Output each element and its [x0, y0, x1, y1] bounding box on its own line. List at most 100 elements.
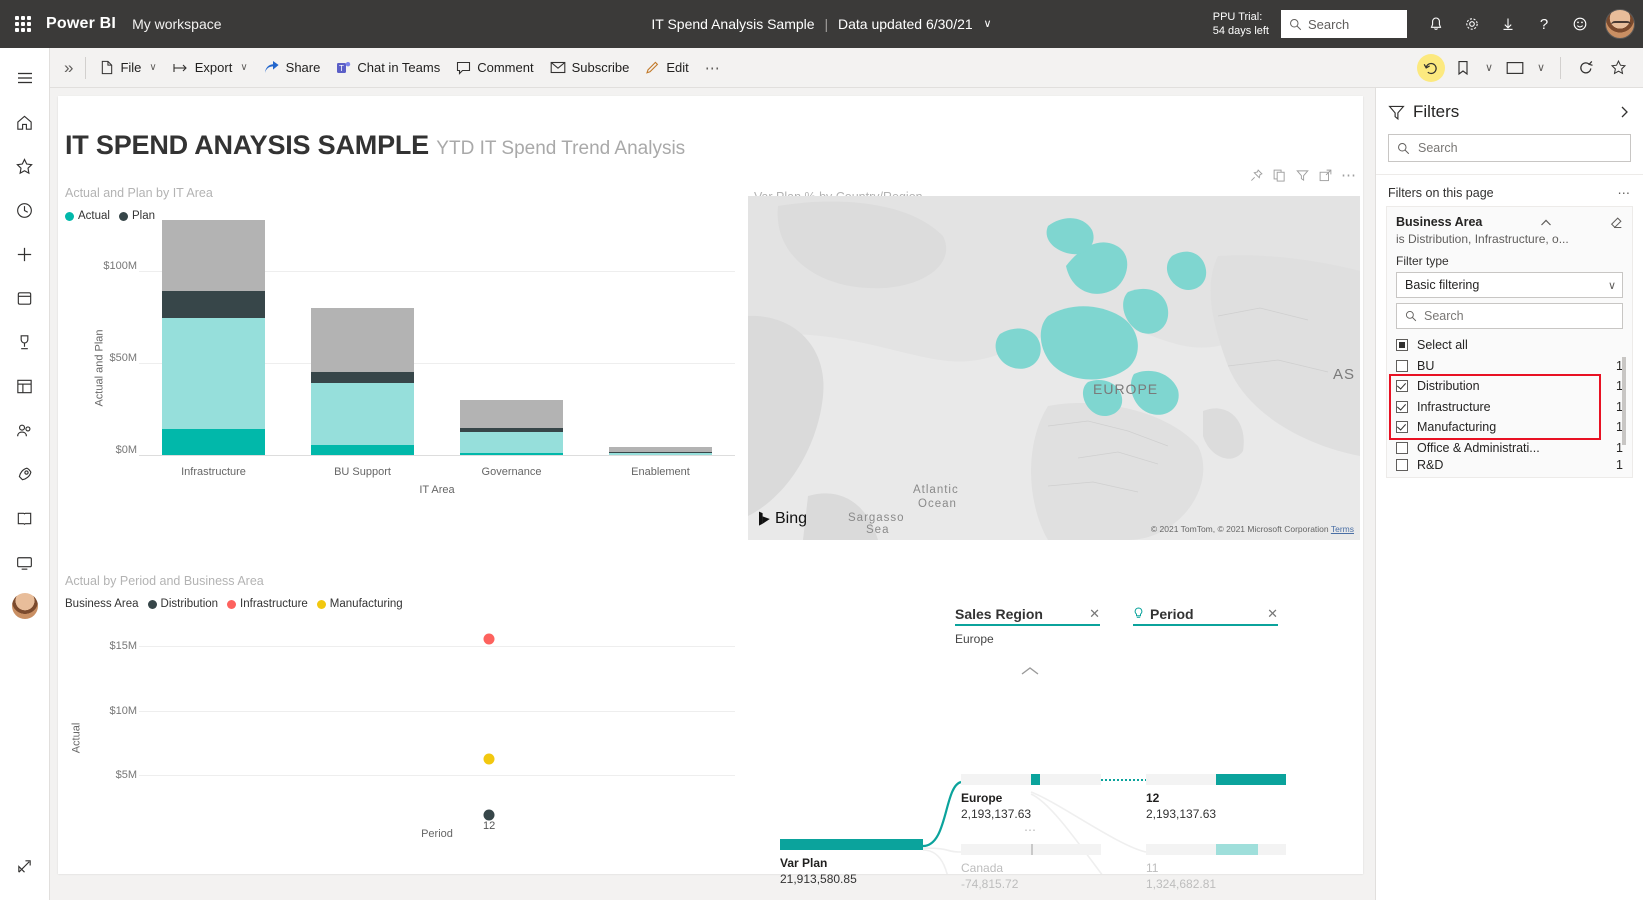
bookmarks-button[interactable] [1448, 53, 1478, 83]
decomp-node-period-12[interactable]: 12 2,193,137.63 [1146, 774, 1286, 821]
app-launcher-icon[interactable] [0, 16, 46, 32]
decomp-node-baseline [1031, 844, 1033, 855]
view-caret[interactable]: ∨ [1532, 53, 1550, 83]
sidebar-item-shared[interactable] [5, 410, 45, 450]
help-icon[interactable]: ? [1527, 7, 1561, 41]
edit-button[interactable]: Edit [637, 55, 696, 80]
filter-icon[interactable] [1293, 166, 1312, 185]
scatter-point-manufacturing[interactable] [484, 754, 495, 765]
filter-option-manufacturing[interactable]: Manufacturing 1 [1396, 417, 1623, 438]
breadcrumb-workspace[interactable]: My workspace [132, 16, 221, 32]
refresh-button[interactable] [1571, 53, 1601, 83]
user-avatar[interactable] [1605, 9, 1635, 39]
checkbox[interactable] [1396, 360, 1408, 372]
sidebar-item-create[interactable] [5, 234, 45, 274]
decomp-node-europe[interactable]: Europe 2,193,137.63 ⋯ [961, 774, 1101, 837]
data-updated-label[interactable]: Data updated 6/30/21 [838, 16, 973, 32]
decomp-node-canada[interactable]: Canada -74,815.72 [961, 844, 1101, 891]
more-options-icon[interactable]: ⋯ [1339, 166, 1358, 185]
eraser-icon[interactable] [1602, 216, 1623, 229]
scatter-point-infrastructure[interactable] [484, 634, 495, 645]
sidebar-item-datahub[interactable] [5, 278, 45, 318]
sidebar-item-deployment[interactable] [5, 454, 45, 494]
filter-list-scrollbar[interactable] [1622, 357, 1626, 445]
sidebar-item-my-workspace[interactable] [5, 586, 45, 626]
notifications-icon[interactable] [1419, 7, 1453, 41]
visual-actual-and-plan-by-it-area[interactable]: Actual and Plan by IT Area Actual Plan A… [65, 186, 745, 541]
pin-icon[interactable] [1247, 166, 1266, 185]
filter-option-bu[interactable]: BU 1 [1396, 356, 1623, 377]
feedback-icon[interactable] [1563, 7, 1597, 41]
more-commands-button[interactable]: ⋯ [697, 54, 728, 82]
file-menu-button[interactable]: File ∨ [92, 55, 164, 80]
favorite-button[interactable] [1603, 53, 1633, 83]
filters-search-input[interactable]: Search [1388, 134, 1631, 162]
copy-icon[interactable] [1270, 166, 1289, 185]
gridline-5m [139, 775, 735, 776]
filter-option-infrastructure[interactable]: Infrastructure 1 [1396, 397, 1623, 418]
sidebar-item-favorites[interactable] [5, 146, 45, 186]
checkbox[interactable] [1396, 459, 1408, 471]
export-menu-button[interactable]: Export ∨ [165, 55, 256, 80]
settings-icon[interactable] [1455, 7, 1489, 41]
bar-group-enablement[interactable]: Enablement [586, 236, 735, 456]
visual-decomposition-tree[interactable]: Sales Region ✕ Europe Period ✕ [748, 596, 1360, 874]
chevron-up-icon[interactable] [1532, 218, 1552, 227]
visual-actual-by-period-and-business-area[interactable]: Actual by Period and Business Area Busin… [65, 574, 745, 869]
legend-item-manufacturing[interactable]: Manufacturing [317, 598, 403, 610]
sidebar-item-workspaces[interactable] [5, 542, 45, 582]
visual-var-plan-by-country-region[interactable]: Var Plan % by Country/Region ⋯ [748, 168, 1360, 540]
decomp-node-period-11[interactable]: 11 1,324,682.81 [1146, 844, 1286, 891]
share-button[interactable]: Share [256, 55, 329, 80]
search-input[interactable]: Search [1281, 10, 1407, 38]
filter-option-select-all[interactable]: Select all [1396, 335, 1623, 356]
reset-button[interactable] [1416, 53, 1446, 83]
report-name[interactable]: IT Spend Analysis Sample [651, 16, 814, 32]
checkbox[interactable] [1396, 442, 1408, 454]
filter-option-rd[interactable]: R&D 1 [1396, 458, 1623, 471]
sidebar-item-apps[interactable] [5, 366, 45, 406]
chevron-down-icon[interactable]: ∨ [984, 17, 992, 30]
filter-option-distribution[interactable]: Distribution 1 [1396, 376, 1623, 397]
map-terms-link[interactable]: Terms [1331, 524, 1354, 534]
bing-logo[interactable]: Bing [758, 510, 807, 528]
sidebar-item-goals[interactable] [5, 322, 45, 362]
legend-item-plan[interactable]: Plan [119, 210, 155, 222]
bar-group-bu-support[interactable]: BU Support [288, 236, 437, 456]
bar-group-infrastructure[interactable]: Infrastructure [139, 236, 288, 456]
sidebar-item-learn[interactable] [5, 498, 45, 538]
decomp-node-fill [1216, 844, 1258, 855]
checkbox[interactable] [1396, 421, 1408, 433]
map-canvas[interactable]: EUROPE AS Atlantic Ocean Sargasso Sea Bi… [748, 196, 1360, 540]
sidebar-item-recent[interactable] [5, 190, 45, 230]
checkbox[interactable] [1396, 380, 1408, 392]
scatter-point-distribution[interactable] [484, 810, 495, 821]
collapse-filters-pane-button[interactable] [1617, 105, 1631, 119]
filters-section-more-icon[interactable]: ⋯ [1618, 185, 1632, 200]
chat-in-teams-button[interactable]: T Chat in Teams [328, 55, 448, 80]
hamburger-menu-icon[interactable] [5, 58, 45, 98]
legend-item-distribution[interactable]: Distribution [148, 598, 219, 610]
filter-card-business-area[interactable]: Business Area is Distribution, Infrastru… [1386, 206, 1633, 478]
subscribe-button[interactable]: Subscribe [542, 55, 638, 80]
download-icon[interactable] [1491, 7, 1525, 41]
legend-item-infrastructure[interactable]: Infrastructure [227, 598, 308, 610]
bookmarks-caret[interactable]: ∨ [1480, 53, 1498, 83]
comment-button[interactable]: Comment [448, 55, 541, 80]
filter-values-search-input[interactable]: Search [1396, 303, 1623, 329]
legend-item-actual[interactable]: Actual [65, 210, 110, 222]
bar-group-governance[interactable]: Governance [437, 236, 586, 456]
decomp-node-more[interactable]: ⋯ [961, 823, 1101, 837]
filter-type-dropdown[interactable]: Basic filtering ∨ [1396, 272, 1623, 298]
expand-rail-icon[interactable] [5, 846, 45, 886]
scatter-chart-legend: Business Area Distribution Infrastructur… [65, 598, 745, 610]
checkbox[interactable] [1396, 339, 1408, 351]
focus-mode-icon[interactable] [1316, 166, 1335, 185]
checkbox[interactable] [1396, 401, 1408, 413]
sidebar-item-home[interactable] [5, 102, 45, 142]
decomp-node-root[interactable]: Var Plan 21,913,580.85 [780, 839, 923, 886]
expand-menu-icon[interactable]: » [58, 58, 85, 78]
filter-option-office-administration[interactable]: Office & Administrati... 1 [1396, 438, 1623, 459]
powerbi-logo[interactable]: Power BI [46, 15, 116, 33]
view-button[interactable] [1500, 53, 1530, 83]
